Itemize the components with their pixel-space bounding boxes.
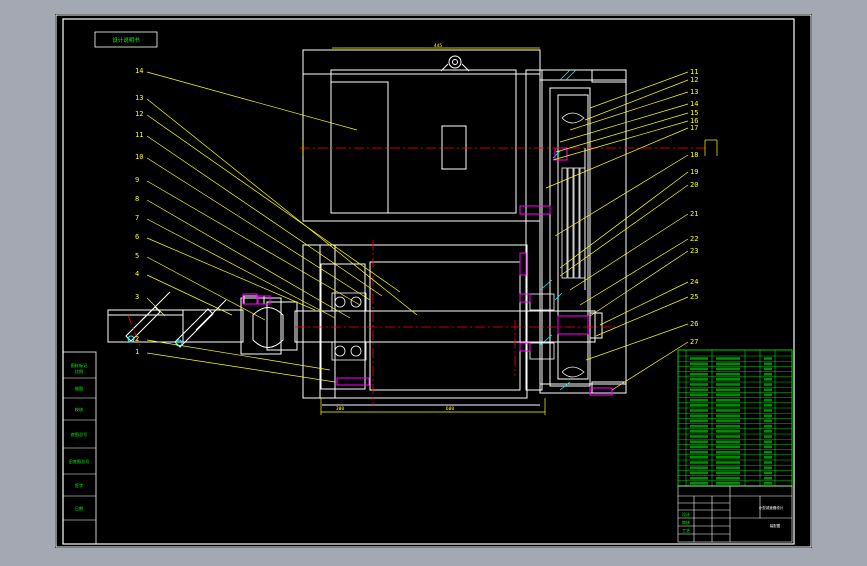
callout-right-24: 24	[690, 278, 698, 286]
callout-right-20: 20	[690, 181, 698, 189]
callout-left-6: 6	[135, 233, 139, 241]
side-stamp-4: 旧底图总号	[69, 458, 90, 465]
callout-left-10: 10	[135, 153, 143, 161]
callout-right-26: 26	[690, 320, 698, 328]
side-stamp-1: 描图	[75, 385, 83, 392]
callout-right-11: 11	[690, 68, 698, 76]
side-stamp-5: 签字	[75, 482, 83, 488]
dim-bottom-mid-label: 600	[446, 406, 454, 412]
dim-top-label: 445	[434, 43, 442, 49]
side-stamp-0: 图样标记	[71, 362, 89, 369]
top-stamp-text: 设计说明书	[112, 36, 140, 44]
callout-left-7: 7	[135, 214, 139, 222]
callout-left-2: 2	[135, 335, 139, 343]
side-stamp-2: 校核	[75, 406, 84, 413]
callout-left-13: 13	[135, 94, 143, 102]
callout-left-8: 8	[135, 195, 139, 203]
callout-right-12: 12	[690, 76, 698, 84]
callout-left-5: 5	[135, 252, 139, 260]
side-stamp-0-line2: 比例	[75, 368, 83, 375]
callout-left-1: 1	[135, 348, 139, 356]
callout-left-4: 4	[135, 270, 139, 278]
callout-right-23: 23	[690, 247, 698, 255]
callout-right-15: 15	[690, 109, 698, 117]
callout-right-22: 22	[690, 235, 698, 243]
title-row-review: 审核	[682, 519, 690, 525]
callout-right-21: 21	[690, 210, 698, 218]
callout-right-19: 19	[690, 168, 698, 176]
drawing-name: 小型减速器设计	[759, 505, 784, 510]
callout-right-14: 14	[690, 100, 698, 108]
callout-right-25: 25	[690, 293, 698, 301]
drawing-number: 装配图	[770, 523, 781, 528]
title-row-process: 工艺	[682, 528, 690, 533]
callout-right-18: 18	[690, 151, 698, 159]
callout-right-17: 17	[690, 124, 698, 132]
title-row-design: 设计	[682, 511, 690, 517]
callout-right-13: 13	[690, 88, 698, 96]
dim-bottom-left-label: 300	[336, 406, 344, 412]
callout-right-27: 27	[690, 338, 698, 346]
callout-left-3: 3	[135, 293, 139, 301]
callout-left-11: 11	[135, 131, 143, 139]
side-stamp-3: 底图总号	[71, 431, 88, 438]
callout-left-12: 12	[135, 110, 143, 118]
callout-left-14: 14	[135, 67, 143, 75]
cad-canvas: 设计说明书 图样标记比例描图校核底图总号旧底图总号签字日期 445 300 60…	[55, 14, 812, 548]
callout-left-9: 9	[135, 176, 139, 184]
cad-drawing-sheet: 设计说明书 图样标记 比例 描图 校核 底图总号 旧底图总号 签字 日期 445…	[0, 0, 867, 562]
